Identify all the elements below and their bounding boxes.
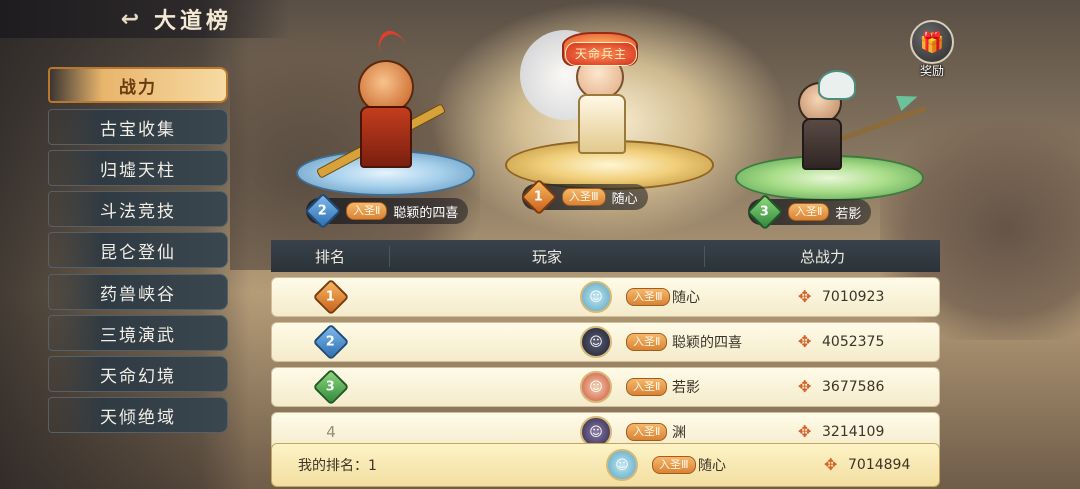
sidebar-item-domain[interactable]: 天倾绝域 xyxy=(48,397,228,433)
power-value: 7010923 xyxy=(822,289,885,305)
header: ↩ 大道榜 xyxy=(0,0,290,38)
realm-badge: 入圣Ⅱ xyxy=(626,423,668,441)
realm-badge: 入圣Ⅱ xyxy=(788,203,830,221)
player-name: 若影 xyxy=(672,380,700,396)
player-name: 随心 xyxy=(611,191,638,207)
column-header-rank: 排名 xyxy=(314,247,345,266)
player-name: 渊 xyxy=(672,425,686,441)
realm-badge: 入圣Ⅲ xyxy=(652,456,696,474)
table-header: 排名 玩家 总战力 xyxy=(271,240,940,272)
player-name: 若影 xyxy=(835,206,862,222)
avatar[interactable]: ☺ xyxy=(580,326,612,358)
character-second[interactable] xyxy=(315,26,447,179)
player-name: 随心 xyxy=(672,290,700,306)
power-value: 3214109 xyxy=(822,424,885,440)
realm-badge: 入圣Ⅱ xyxy=(626,378,668,396)
sidebar-item-treasure[interactable]: 古宝收集 xyxy=(48,109,228,145)
table-row[interactable]: 3 ☺ 入圣Ⅱ 若影 ✥ 3677586 xyxy=(271,367,940,407)
realm-badge: 入圣Ⅲ xyxy=(626,288,670,306)
power-value: 3677586 xyxy=(822,379,885,395)
power-icon: ✥ xyxy=(798,332,812,351)
power-icon: ✥ xyxy=(824,455,838,474)
sidebar-item-power[interactable]: 战力 xyxy=(48,67,228,103)
sidebar-item-fate[interactable]: 天命幻境 xyxy=(48,356,228,392)
sidebar-item-pillar[interactable]: 归墟天柱 xyxy=(48,150,228,186)
sidebar-item-valley[interactable]: 药兽峡谷 xyxy=(48,274,228,310)
reward-label: 奖励 xyxy=(919,64,944,78)
rank-medal-icon: 2 xyxy=(312,323,350,361)
realm-badge: 入圣Ⅱ xyxy=(626,333,668,351)
power-value: 4052375 xyxy=(822,334,885,350)
rank-medal-icon: 3 xyxy=(312,368,350,406)
player-name: 随心 xyxy=(698,458,726,474)
podium-nameplate-first: 1 入圣Ⅲ 随心 xyxy=(520,178,648,216)
my-rank-row: 我的排名：1 ☺ 入圣Ⅲ 随心 ✥ 7014894 xyxy=(271,443,940,487)
realm-badge: 入圣Ⅱ xyxy=(346,202,388,220)
podium-nameplate-second: 2 入圣Ⅱ 聪颖的四喜 xyxy=(304,192,469,230)
page-title: 大道榜 xyxy=(154,9,233,34)
player-name: 聪颖的四喜 xyxy=(672,335,742,351)
avatar[interactable]: ☺ xyxy=(580,371,612,403)
realm-badge: 入圣Ⅲ xyxy=(562,188,606,206)
power-icon: ✥ xyxy=(798,422,812,441)
table-row[interactable]: 2 ☺ 入圣Ⅱ 聪颖的四喜 ✥ 4052375 xyxy=(271,322,940,362)
back-arrow-icon[interactable]: ↩ xyxy=(112,4,148,34)
player-name: 聪颖的四喜 xyxy=(393,205,459,221)
column-header-power: 总战力 xyxy=(799,247,845,266)
sidebar-item-three-realms[interactable]: 三境演武 xyxy=(48,315,228,351)
avatar[interactable]: ☺ xyxy=(580,281,612,313)
sidebar-item-duel[interactable]: 斗法竞技 xyxy=(48,191,228,227)
podium-nameplate-third: 3 入圣Ⅱ 若影 xyxy=(746,193,872,231)
avatar[interactable]: ☺ xyxy=(606,449,638,481)
power-icon: ✥ xyxy=(798,377,812,396)
character-first[interactable] xyxy=(520,10,660,154)
power-icon: ✥ xyxy=(798,287,812,306)
gift-icon: 🎁 xyxy=(910,20,954,64)
column-header-player: 玩家 xyxy=(389,245,705,267)
character-third[interactable] xyxy=(780,70,928,180)
sidebar-item-kunlun[interactable]: 昆仑登仙 xyxy=(48,232,228,268)
rank-medal-icon: 1 xyxy=(312,278,350,316)
reward-button[interactable]: 🎁 奖励 xyxy=(908,20,956,78)
power-value: 7014894 xyxy=(848,457,911,473)
table-row[interactable]: 1 ☺ 入圣Ⅲ 随心 ✥ 7010923 xyxy=(271,277,940,317)
sidebar: 战力 古宝收集 归墟天柱 斗法竞技 昆仑登仙 药兽峡谷 三境演武 天命幻境 天倾… xyxy=(0,38,250,489)
my-rank-label: 我的排名：1 xyxy=(298,458,377,474)
rank-number: 4 xyxy=(326,423,336,441)
title-badge: 天命兵主 xyxy=(565,42,637,66)
